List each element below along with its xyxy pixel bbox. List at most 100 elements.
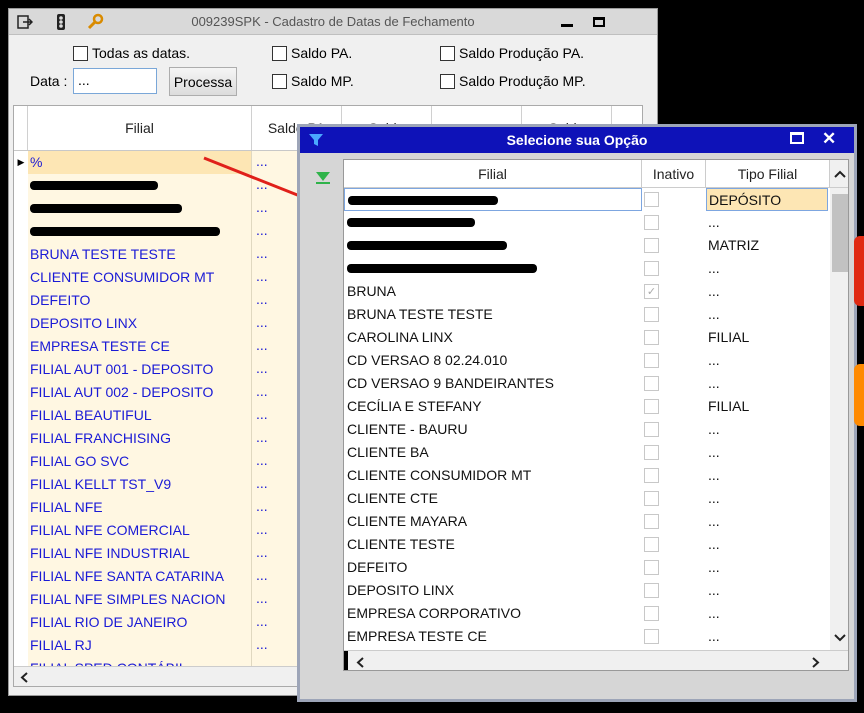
tipo-filial-cell[interactable]: ... bbox=[706, 579, 828, 602]
checkbox-box[interactable] bbox=[73, 45, 88, 61]
filial-cell[interactable]: DEPOSITO LINX bbox=[28, 312, 252, 335]
inativo-checkbox[interactable]: ✓ bbox=[644, 284, 659, 299]
filial-cell[interactable]: BRUNA TESTE TESTE bbox=[344, 303, 642, 326]
filial-cell[interactable] bbox=[28, 220, 252, 243]
tipo-filial-cell[interactable]: ... bbox=[706, 280, 828, 303]
filial-cell[interactable]: BRUNA bbox=[344, 280, 642, 303]
filial-cell[interactable]: CLIENTE MAYARA bbox=[344, 510, 642, 533]
filial-cell[interactable]: EMPRESA TESTE CE bbox=[344, 625, 642, 648]
filial-cell[interactable]: CD VERSAO 8 02.24.010 bbox=[344, 349, 642, 372]
inativo-checkbox[interactable] bbox=[644, 514, 659, 529]
header-inativo[interactable]: Inativo bbox=[642, 160, 706, 188]
list-item[interactable]: CLIENTE TESTE... bbox=[344, 533, 830, 556]
tipo-filial-cell[interactable]: ... bbox=[706, 510, 828, 533]
filial-cell[interactable]: CLIENTE - BAURU bbox=[344, 418, 642, 441]
saldo-pa-checkbox[interactable]: Saldo PA. bbox=[272, 45, 352, 61]
saldo-mp-checkbox[interactable]: Saldo MP. bbox=[272, 73, 354, 89]
tipo-filial-cell[interactable]: ... bbox=[706, 211, 828, 234]
horizontal-scrollbar[interactable] bbox=[344, 650, 848, 670]
tipo-filial-cell[interactable]: ... bbox=[706, 372, 828, 395]
list-item[interactable]: CLIENTE CONSUMIDOR MT... bbox=[344, 464, 830, 487]
filial-cell[interactable]: CLIENTE CONSUMIDOR MT bbox=[344, 464, 642, 487]
saldo-producao-pa-checkbox[interactable]: Saldo Produção PA. bbox=[440, 45, 584, 61]
list-item[interactable]: DEPOSITO LINX... bbox=[344, 579, 830, 602]
filial-cell[interactable]: FILIAL NFE SANTA CATARINA bbox=[28, 565, 252, 588]
tipo-filial-cell[interactable]: ... bbox=[706, 625, 828, 648]
data-input[interactable]: ... bbox=[73, 68, 157, 94]
filial-cell[interactable]: FILIAL NFE SIMPLES NACION bbox=[28, 588, 252, 611]
filial-cell[interactable]: FILIAL NFE COMERCIAL bbox=[28, 519, 252, 542]
filial-cell[interactable]: CLIENTE CONSUMIDOR MT bbox=[28, 266, 252, 289]
list-item[interactable]: ... bbox=[344, 257, 830, 280]
inativo-checkbox[interactable] bbox=[644, 353, 659, 368]
inativo-checkbox[interactable] bbox=[644, 261, 659, 276]
inativo-checkbox[interactable] bbox=[644, 307, 659, 322]
list-item[interactable]: EMPRESA CORPORATIVO... bbox=[344, 602, 830, 625]
filial-cell[interactable]: FILIAL FRANCHISING bbox=[28, 427, 252, 450]
inativo-checkbox[interactable] bbox=[644, 376, 659, 391]
tipo-filial-cell[interactable]: ... bbox=[706, 303, 828, 326]
inativo-checkbox[interactable] bbox=[644, 537, 659, 552]
filial-cell[interactable]: DEPOSITO LINX bbox=[344, 579, 642, 602]
tipo-filial-cell[interactable]: FILIAL bbox=[706, 326, 828, 349]
filial-cell[interactable]: CLIENTE TESTE bbox=[344, 533, 642, 556]
tipo-filial-cell[interactable]: MATRIZ bbox=[706, 234, 828, 257]
filial-cell[interactable] bbox=[344, 211, 642, 234]
filial-cell[interactable]: CLIENTE CTE bbox=[344, 487, 642, 510]
inativo-checkbox[interactable] bbox=[644, 238, 659, 253]
inativo-checkbox[interactable] bbox=[644, 491, 659, 506]
inativo-checkbox[interactable] bbox=[644, 560, 659, 575]
filial-cell[interactable]: FILIAL KELLT TST_V9 bbox=[28, 473, 252, 496]
list-item[interactable]: CLIENTE CTE... bbox=[344, 487, 830, 510]
filial-cell[interactable]: CD VERSAO 9 BANDEIRANTES bbox=[344, 372, 642, 395]
inativo-checkbox[interactable] bbox=[644, 192, 659, 207]
filial-cell[interactable]: FILIAL RJ bbox=[28, 634, 252, 657]
inativo-checkbox[interactable] bbox=[644, 583, 659, 598]
list-item[interactable]: CLIENTE MAYARA... bbox=[344, 510, 830, 533]
filial-cell[interactable] bbox=[344, 188, 642, 211]
list-item[interactable]: ... bbox=[344, 211, 830, 234]
list-item[interactable]: MATRIZ bbox=[344, 234, 830, 257]
filial-cell[interactable] bbox=[344, 257, 642, 280]
tipo-filial-cell[interactable]: ... bbox=[706, 441, 828, 464]
list-item[interactable]: BRUNA TESTE TESTE... bbox=[344, 303, 830, 326]
list-item[interactable]: EMPRESA TESTE CE... bbox=[344, 625, 830, 648]
tipo-filial-cell[interactable]: ... bbox=[706, 556, 828, 579]
filial-cell[interactable]: DEFEITO bbox=[344, 556, 642, 579]
tipo-filial-cell[interactable]: ... bbox=[706, 602, 828, 625]
tipo-filial-cell[interactable]: ... bbox=[706, 464, 828, 487]
filial-cell[interactable]: FILIAL AUT 001 - DEPOSITO bbox=[28, 358, 252, 381]
sort-down-icon[interactable] bbox=[314, 169, 332, 185]
tipo-filial-cell[interactable]: FILIAL bbox=[706, 395, 828, 418]
list-item[interactable]: BRUNA ✓... bbox=[344, 280, 830, 303]
list-item[interactable]: CLIENTE BA... bbox=[344, 441, 830, 464]
scroll-up-button[interactable] bbox=[830, 160, 848, 188]
list-item[interactable]: CECÍLIA E STEFANY FILIAL bbox=[344, 395, 830, 418]
filial-cell[interactable]: FILIAL AUT 002 - DEPOSITO bbox=[28, 381, 252, 404]
filial-cell[interactable]: FILIAL RIO DE JANEIRO bbox=[28, 611, 252, 634]
inativo-checkbox[interactable] bbox=[644, 468, 659, 483]
filial-cell[interactable]: FILIAL NFE INDUSTRIAL bbox=[28, 542, 252, 565]
maximize-button[interactable] bbox=[589, 14, 609, 30]
tipo-filial-cell[interactable]: ... bbox=[706, 349, 828, 372]
checkbox-box[interactable] bbox=[272, 73, 287, 89]
vertical-scrollbar[interactable] bbox=[830, 188, 848, 650]
header-filial[interactable]: Filial bbox=[28, 106, 252, 150]
filial-cell[interactable]: DEFEITO bbox=[28, 289, 252, 312]
list-item[interactable]: CLIENTE - BAURU... bbox=[344, 418, 830, 441]
checkbox-box[interactable] bbox=[440, 45, 455, 61]
filial-cell[interactable]: FILIAL BEAUTIFUL bbox=[28, 404, 252, 427]
header-filial[interactable]: Filial bbox=[344, 160, 642, 188]
filial-cell[interactable]: EMPRESA TESTE CE bbox=[28, 335, 252, 358]
list-item[interactable]: CAROLINA LINX FILIAL bbox=[344, 326, 830, 349]
filial-cell[interactable]: CECÍLIA E STEFANY bbox=[344, 395, 642, 418]
tipo-filial-cell[interactable]: ... bbox=[706, 533, 828, 556]
list-item[interactable]: DEPÓSITO bbox=[344, 188, 830, 211]
saldo-producao-mp-checkbox[interactable]: Saldo Produção MP. bbox=[440, 73, 586, 89]
close-button[interactable]: ✕ bbox=[822, 129, 836, 149]
filial-cell[interactable]: EMPRESA CORPORATIVO bbox=[344, 602, 642, 625]
inativo-checkbox[interactable] bbox=[644, 330, 659, 345]
tipo-filial-cell[interactable]: DEPÓSITO bbox=[706, 188, 828, 211]
tipo-filial-cell[interactable]: ... bbox=[706, 257, 828, 280]
filial-cell[interactable]: FILIAL GO SVC bbox=[28, 450, 252, 473]
